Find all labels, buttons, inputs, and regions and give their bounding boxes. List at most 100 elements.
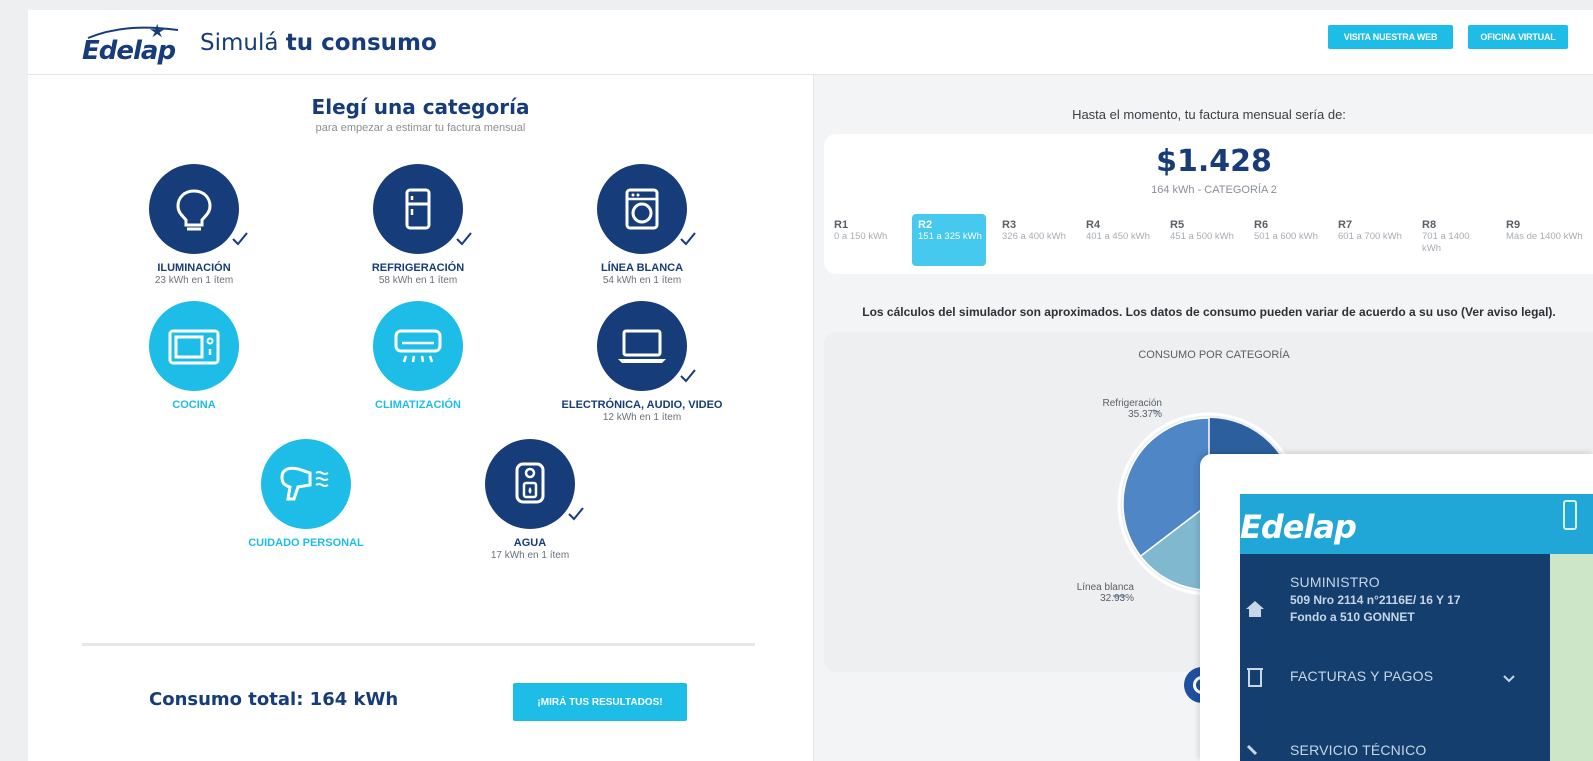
edelap-logo[interactable]: Edelap bbox=[82, 22, 182, 66]
category-name: LÍNEA BLANCA bbox=[600, 262, 684, 274]
laptop-icon bbox=[597, 301, 687, 391]
range-name: R7 bbox=[1338, 219, 1353, 231]
overlay-side-strip bbox=[1550, 554, 1593, 761]
page-title: Simulá tu consumo bbox=[200, 30, 437, 56]
washing-machine-icon bbox=[597, 164, 687, 254]
check-icon bbox=[232, 232, 248, 246]
range-r4[interactable]: R4 401 a 450 kWh bbox=[1080, 214, 1154, 266]
category-name: COCINA bbox=[172, 399, 216, 411]
divider bbox=[82, 643, 755, 646]
range-r5[interactable]: R5 451 a 500 kWh bbox=[1164, 214, 1238, 266]
category-subtitle: para empezar a estimar tu factura mensua… bbox=[315, 122, 526, 134]
range-r1[interactable]: R1 0 a 150 kWh bbox=[828, 214, 902, 266]
home-icon bbox=[1246, 601, 1264, 617]
supply-label: SUMINISTRO bbox=[1290, 574, 1380, 590]
lightbulb-icon bbox=[149, 164, 239, 254]
mobile-app-overlay: Edelap SUMINISTRO 509 Nro 2114 n°2116E/ … bbox=[1200, 454, 1593, 761]
category-panel: Elegí una categoría para empezar a estim… bbox=[28, 75, 813, 761]
range-r7[interactable]: R7 601 a 700 kWh bbox=[1332, 214, 1406, 266]
bills-label: FACTURAS Y PAGOS bbox=[1290, 668, 1434, 684]
range-value: 451 a 500 kWh bbox=[1170, 231, 1234, 242]
range-value: 326 a 400 kWh bbox=[1002, 231, 1066, 242]
water-heater-icon bbox=[485, 439, 575, 529]
total-consumption: Consumo total: 164 kWh bbox=[149, 689, 399, 710]
tech-label: SERVICIO TÉCNICO bbox=[1290, 742, 1427, 758]
range-name: R6 bbox=[1254, 219, 1269, 231]
visit-web-button[interactable]: VISITA NUESTRA WEB bbox=[1328, 25, 1453, 49]
range-name: R9 bbox=[1506, 219, 1521, 231]
document-icon bbox=[1247, 668, 1263, 687]
range-value: 401 a 450 kWh bbox=[1086, 231, 1150, 242]
menu-item-bills[interactable]: FACTURAS Y PAGOS bbox=[1240, 666, 1550, 706]
range-r9[interactable]: R9 Más de 1400 kWh bbox=[1500, 214, 1593, 266]
range-name: R4 bbox=[1086, 219, 1101, 231]
pie-label-percent: 35.37% bbox=[1128, 409, 1162, 420]
wrench-icon bbox=[1246, 744, 1258, 756]
category-name: ELECTRÓNICA, AUDIO, VIDEO bbox=[561, 399, 723, 411]
category-name: CLIMATIZACIÓN bbox=[375, 399, 461, 411]
bill-intro: Hasta el momento, tu factura mensual ser… bbox=[1072, 107, 1346, 122]
range-value: 501 a 600 kWh bbox=[1254, 231, 1318, 242]
bill-amount: $1.428 bbox=[1156, 144, 1272, 179]
category-name: CUIDADO PERSONAL bbox=[248, 537, 364, 549]
pie-label-linea-blanca: Línea blanca 32.93% bbox=[1054, 582, 1134, 604]
range-value: 701 a 1400 kWh bbox=[1422, 231, 1470, 254]
category-cuidado-personal[interactable]: CUIDADO PERSONAL bbox=[216, 439, 396, 559]
category-detail: 23 kWh en 1 ítem bbox=[154, 275, 234, 286]
supply-address-2: Fondo a 510 GONNET bbox=[1290, 610, 1415, 624]
range-value: Más de 1400 kWh bbox=[1506, 231, 1583, 242]
category-title: Elegí una categoría bbox=[311, 95, 530, 119]
supply-address-1: 509 Nro 2114 n°2116E/ 16 Y 17 bbox=[1290, 593, 1461, 607]
category-linea-blanca[interactable]: LÍNEA BLANCA 54 kWh en 1 ítem bbox=[552, 164, 732, 294]
category-detail: 58 kWh en 1 ítem bbox=[378, 275, 458, 286]
bill-category: 164 kWh - CATEGORÍA 2 bbox=[1151, 184, 1277, 196]
category-cocina[interactable]: COCINA bbox=[104, 301, 284, 421]
range-r3[interactable]: R3 326 a 400 kWh bbox=[996, 214, 1070, 266]
check-icon bbox=[456, 232, 472, 246]
category-refrigeracion[interactable]: REFRIGERACIÓN 58 kWh en 1 ítem bbox=[328, 164, 508, 294]
overlay-menu: SUMINISTRO 509 Nro 2114 n°2116E/ 16 Y 17… bbox=[1240, 554, 1593, 761]
fridge-icon bbox=[373, 164, 463, 254]
air-conditioner-icon bbox=[373, 301, 463, 391]
range-name: R1 bbox=[834, 219, 849, 231]
check-icon bbox=[680, 232, 696, 246]
tariff-ranges: R1 0 a 150 kWh R2 151 a 325 kWh R3 326 a 40… bbox=[828, 214, 1593, 266]
range-r2[interactable]: R2 151 a 325 kWh bbox=[912, 214, 986, 266]
microwave-icon bbox=[149, 301, 239, 391]
chevron-down-icon bbox=[1503, 675, 1515, 683]
category-detail: 54 kWh en 1 ítem bbox=[602, 275, 682, 286]
header: Edelap Simulá tu consumo VISITA NUESTRA … bbox=[28, 10, 1593, 75]
pie-label-name: Línea blanca bbox=[1076, 582, 1134, 593]
check-icon bbox=[568, 507, 584, 521]
overlay-header: Edelap bbox=[1240, 494, 1593, 554]
category-agua[interactable]: AGUA 17 kWh en 1 ítem bbox=[440, 439, 620, 569]
range-r6[interactable]: R6 501 a 600 kWh bbox=[1248, 214, 1322, 266]
legal-disclaimer[interactable]: Los cálculos del simulador son aproximad… bbox=[814, 305, 1593, 319]
range-value: 151 a 325 kWh bbox=[918, 231, 982, 242]
virtual-office-button[interactable]: OFICINA VIRTUAL bbox=[1468, 25, 1568, 49]
category-electronica[interactable]: ELECTRÓNICA, AUDIO, VIDEO 12 kWh en 1 ít… bbox=[552, 301, 732, 431]
check-icon bbox=[680, 369, 696, 383]
menu-item-tech[interactable]: SERVICIO TÉCNICO bbox=[1240, 740, 1550, 761]
logo-text: Edelap bbox=[82, 36, 176, 66]
category-climatizacion[interactable]: CLIMATIZACIÓN bbox=[328, 301, 508, 421]
simulator-app: Edelap Simulá tu consumo VISITA NUESTRA … bbox=[28, 10, 1593, 761]
see-results-button[interactable]: ¡MIRÁ TUS RESULTADOS! bbox=[513, 683, 687, 721]
range-value: 601 a 700 kWh bbox=[1338, 231, 1402, 242]
category-name: REFRIGERACIÓN bbox=[371, 262, 465, 274]
category-iluminacion[interactable]: ILUMINACIÓN 23 kWh en 1 ítem bbox=[104, 164, 284, 294]
bill-card: $1.428 164 kWh - CATEGORÍA 2 R1 0 a 150 k… bbox=[824, 134, 1593, 274]
menu-item-supply[interactable]: SUMINISTRO 509 Nro 2114 n°2116E/ 16 Y 17… bbox=[1240, 574, 1550, 644]
pie-label-percent: 32.93% bbox=[1100, 593, 1134, 604]
range-name: R3 bbox=[1002, 219, 1017, 231]
category-detail: 12 kWh en 1 ítem bbox=[602, 412, 682, 423]
category-detail: 17 kWh en 1 ítem bbox=[490, 550, 570, 561]
title-light: Simulá bbox=[200, 30, 279, 56]
range-r8[interactable]: R8 701 a 1400 kWh bbox=[1416, 214, 1490, 266]
pie-label-name: Refrigeración bbox=[1102, 398, 1162, 409]
hair-dryer-icon bbox=[261, 439, 351, 529]
range-name: R5 bbox=[1170, 219, 1185, 231]
range-name: R2 bbox=[918, 219, 933, 231]
range-name: R8 bbox=[1422, 219, 1437, 231]
category-name: ILUMINACIÓN bbox=[157, 262, 231, 274]
